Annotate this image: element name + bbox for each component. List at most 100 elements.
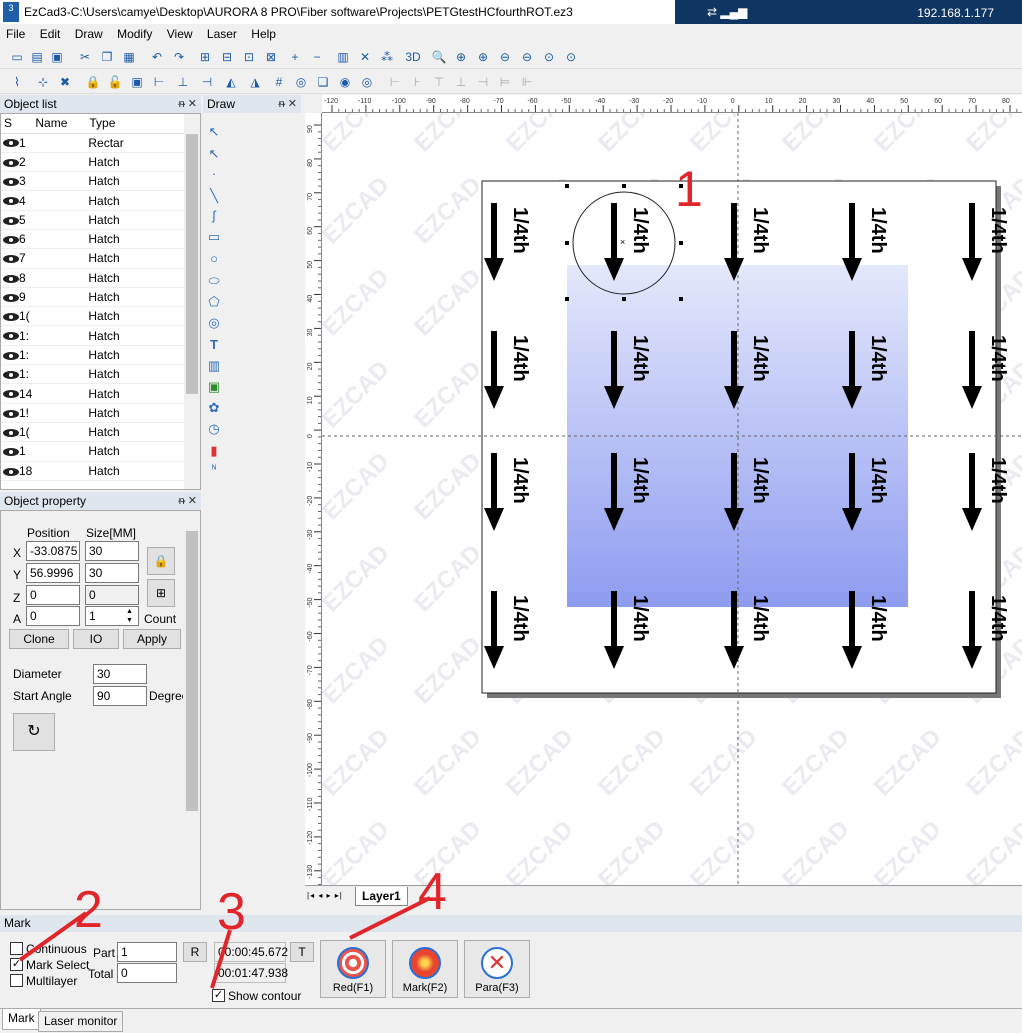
tab-laser-monitor[interactable]: Laser monitor <box>38 1011 124 1032</box>
combine-icon[interactable]: ⊠ <box>262 48 280 66</box>
redo-icon[interactable]: ↷ <box>170 48 188 66</box>
add-icon[interactable]: + <box>286 48 304 66</box>
eye-icon[interactable] <box>3 274 19 283</box>
panel-pin-close-icon[interactable]: ᵰ ✕ <box>279 95 297 113</box>
row-visibility[interactable]: 9 <box>1 287 33 308</box>
distribute-icon[interactable]: ⊢ <box>386 73 404 91</box>
list-item[interactable]: 3 Hatch <box>1 171 184 192</box>
polygon-icon[interactable]: ⬠ <box>204 294 224 312</box>
undo-icon[interactable]: ↶ <box>148 48 166 66</box>
eye-icon[interactable] <box>3 371 19 380</box>
layer-icon[interactable]: ❏ <box>314 73 332 91</box>
sort-icon[interactable]: ◎ <box>292 73 310 91</box>
eye-icon[interactable] <box>3 255 19 264</box>
node-select-icon[interactable]: ⊹ <box>34 73 52 91</box>
copy-icon[interactable]: ❐ <box>98 48 116 66</box>
spiral-icon[interactable]: ◎ <box>204 315 224 333</box>
menu-file[interactable]: File <box>0 24 30 41</box>
mirror-h-icon[interactable]: ◭ <box>222 73 240 91</box>
list-item[interactable]: 5 Hatch <box>1 210 184 230</box>
list-item[interactable]: 14 Hatch <box>1 383 184 404</box>
z-size-input[interactable]: 0 <box>85 585 139 605</box>
list-item[interactable]: 4 Hatch <box>1 190 184 211</box>
menu-draw[interactable]: Draw <box>69 24 108 41</box>
eye-icon[interactable] <box>3 197 19 206</box>
menu-edit[interactable]: Edit <box>34 24 66 41</box>
x-position-input[interactable]: -33.0875 <box>26 541 80 561</box>
eye-icon[interactable] <box>3 293 19 302</box>
menu-view[interactable]: View <box>161 24 198 41</box>
list-item[interactable]: 1: Hatch <box>1 364 184 385</box>
clone-button[interactable]: Clone <box>9 629 69 649</box>
row-visibility[interactable]: 1: <box>1 364 33 385</box>
list-item[interactable]: 2 Hatch <box>1 152 184 173</box>
hatch-icon[interactable]: ▥ <box>334 48 352 66</box>
time-reset-button[interactable]: T <box>290 942 314 962</box>
ungroup-icon[interactable]: ⊟ <box>218 48 236 66</box>
rectangle-icon[interactable]: ▭ <box>204 229 224 247</box>
multilayer-checkbox[interactable] <box>10 974 23 987</box>
object-list-scrollbar[interactable] <box>184 114 200 489</box>
ellipse-icon[interactable]: ⬭ <box>204 273 224 291</box>
row-visibility[interactable]: 1! <box>1 403 33 423</box>
eye-icon[interactable] <box>3 351 19 360</box>
col-type[interactable]: Type <box>86 114 184 134</box>
eye-icon[interactable] <box>3 178 19 187</box>
a-position-input[interactable]: 0 <box>26 606 80 626</box>
align-left-icon[interactable]: ⊢ <box>150 73 168 91</box>
apply-button[interactable]: Apply <box>123 629 181 649</box>
lock-ratio-button[interactable]: 🔒 <box>147 547 175 575</box>
cut-icon[interactable]: ✂ <box>76 48 94 66</box>
node-edit-icon[interactable]: ⌇ <box>8 73 26 91</box>
paste-icon[interactable]: ▦ <box>120 48 138 66</box>
total-input[interactable]: 0 <box>117 963 177 983</box>
row-visibility[interactable]: 1( <box>1 422 33 443</box>
list-item[interactable]: 1(Hatch <box>1 422 184 443</box>
eye-icon[interactable] <box>3 216 19 225</box>
diameter-input[interactable]: 30 <box>93 664 147 684</box>
eye-icon[interactable] <box>3 428 19 437</box>
vector-file-icon[interactable]: ✿ <box>204 400 224 418</box>
distribute-h-icon[interactable]: ⊦ <box>408 73 426 91</box>
eye-icon[interactable] <box>3 139 19 148</box>
same-height-icon[interactable]: ⊣ <box>474 73 492 91</box>
remove-icon[interactable]: − <box>308 48 326 66</box>
node-delete-icon[interactable]: ✖ <box>56 73 74 91</box>
scrollbar-thumb[interactable] <box>186 531 198 811</box>
drawing-canvas[interactable]: EZCAD EZCAD EZCAD EZCAD EZCAD EZCAD EZCAD EZCAD… <box>322 113 1022 885</box>
continuous-checkbox[interactable] <box>10 942 23 955</box>
col-status[interactable]: S <box>1 114 33 134</box>
row-visibility[interactable]: 1: <box>1 325 33 346</box>
io-button[interactable]: IO <box>73 629 119 649</box>
row-visibility[interactable]: 14 <box>1 383 33 404</box>
layer-nav-icon[interactable]: |◂ ◂ ▸ ▸| <box>307 891 343 900</box>
y-position-input[interactable]: 56.9996 <box>26 563 80 583</box>
menu-modify[interactable]: Modify <box>111 24 157 41</box>
text-icon[interactable]: T <box>204 337 224 355</box>
zoom-icon[interactable]: 🔍 <box>430 48 448 66</box>
row-visibility[interactable]: 4 <box>1 190 33 211</box>
mark-select-checkbox[interactable]: ✓ <box>10 958 23 971</box>
zoom-all-icon[interactable]: ⊖ <box>518 48 536 66</box>
same-size-icon[interactable]: ⊨ <box>496 73 514 91</box>
zoom-window-icon[interactable]: ⊕ <box>474 48 492 66</box>
col-name[interactable]: Name <box>32 114 87 134</box>
anchor-point-button[interactable]: ⊞ <box>147 579 175 607</box>
row-visibility[interactable]: 3 <box>1 171 33 192</box>
node-arrow-icon[interactable]: ↖ <box>204 146 224 164</box>
zoom-fit-icon[interactable]: ⊙ <box>562 48 580 66</box>
show-contour-checkbox[interactable]: ✓ <box>212 989 225 1002</box>
eye-icon[interactable] <box>3 313 19 322</box>
menu-help[interactable]: Help <box>245 24 281 41</box>
row-visibility[interactable]: 8 <box>1 268 33 288</box>
circle-icon[interactable]: ○ <box>204 251 224 269</box>
menu-laser[interactable]: Laser <box>201 24 242 41</box>
grid-icon[interactable]: # <box>270 73 288 91</box>
row-visibility[interactable]: 6 <box>1 229 33 250</box>
list-item[interactable]: 18 Hatch <box>1 461 184 481</box>
point-icon[interactable]: · <box>204 166 224 184</box>
array-icon[interactable]: ⁂ <box>378 48 396 66</box>
reset-button[interactable]: R <box>183 942 207 962</box>
eye-icon[interactable] <box>3 448 19 457</box>
row-visibility[interactable]: 7 <box>1 248 33 269</box>
